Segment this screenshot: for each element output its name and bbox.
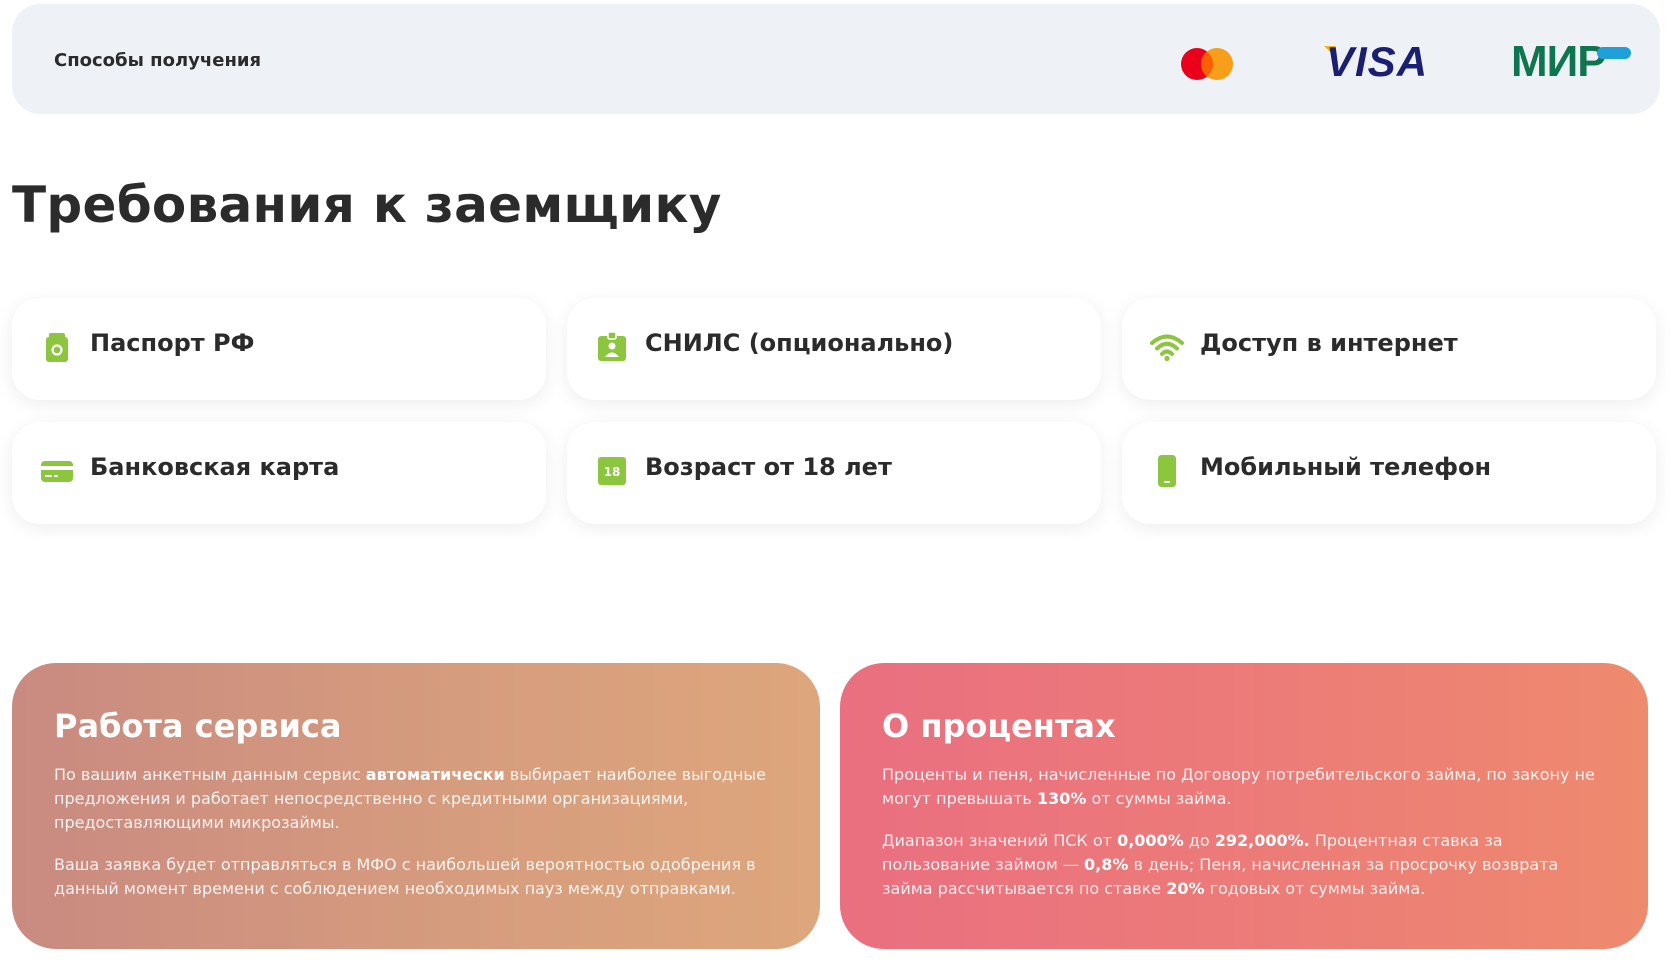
mastercard-logo — [1181, 48, 1233, 80]
requirement-card-bank-card: Банковская карта — [12, 422, 546, 524]
service-paragraph-2: Ваша заявка будет отправляться в МФО с н… — [54, 855, 756, 898]
service-info-card: Работа сервиса По вашим анкетным данным … — [12, 663, 820, 949]
mir-wordmark: МИР — [1511, 41, 1606, 81]
requirement-card-passport: Паспорт РФ — [12, 298, 546, 400]
age-badge-text: 18 — [604, 465, 621, 479]
requirement-label: Мобильный телефон — [1200, 453, 1492, 481]
age-18-icon: 18 — [598, 457, 626, 485]
snils-icon — [598, 331, 626, 361]
requirement-label: СНИЛС (опционально) — [645, 329, 954, 357]
requirement-card-snils: СНИЛС (опционально) — [567, 298, 1101, 400]
service-title: Работа сервиса — [54, 707, 342, 745]
payment-methods-bar: Способы получения VISA МИР — [12, 4, 1660, 114]
interest-info-card: О процентах Проценты и пеня, начисленные… — [840, 663, 1648, 949]
requirements-title: Требования к заемщику — [12, 176, 722, 234]
requirement-label: Банковская карта — [90, 453, 340, 481]
mir-logo: МИР — [1511, 41, 1631, 81]
visa-wordmark: VISA — [1326, 38, 1427, 82]
requirement-card-age: 18 Возраст от 18 лет — [567, 422, 1101, 524]
wifi-icon — [1150, 334, 1184, 362]
bank-card-icon — [41, 461, 73, 482]
passport-icon — [46, 333, 68, 362]
service-paragraph-1: По вашим анкетным данным сервис автомати… — [54, 765, 766, 832]
requirement-label: Доступ в интернет — [1200, 329, 1458, 357]
visa-logo: VISA — [1324, 38, 1427, 82]
interest-paragraph-2: Диапазон значений ПСК от 0,000% до 292,0… — [882, 831, 1559, 898]
payment-methods-label: Способы получения — [54, 50, 262, 71]
requirement-label: Возраст от 18 лет — [645, 453, 892, 481]
mobile-phone-icon — [1158, 455, 1176, 487]
interest-paragraph-1: Проценты и пеня, начисленные по Договору… — [882, 765, 1595, 808]
requirement-label: Паспорт РФ — [90, 329, 255, 357]
requirement-card-phone: Мобильный телефон — [1122, 422, 1656, 524]
requirement-card-internet: Доступ в интернет — [1122, 298, 1656, 400]
interest-title: О процентах — [882, 707, 1116, 745]
